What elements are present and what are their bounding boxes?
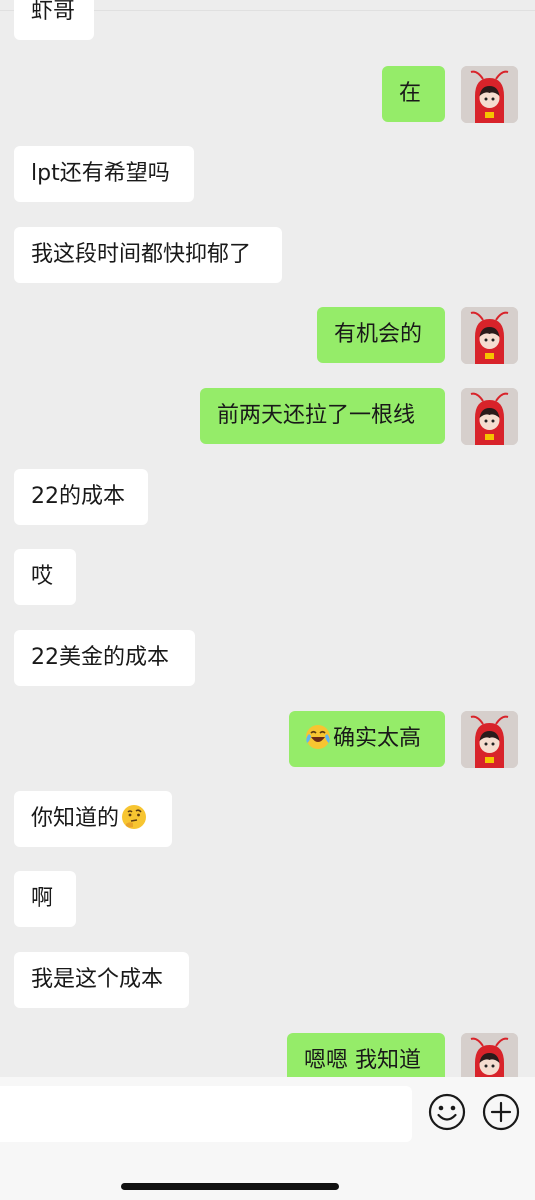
sent-bubble[interactable]: 前两天还拉了一根线 bbox=[200, 388, 445, 444]
message-text: 前两天还拉了一根线 bbox=[217, 403, 416, 428]
received-bubble[interactable]: 虾哥 bbox=[14, 0, 94, 40]
sent-bubble[interactable]: 嗯嗯 我知道 bbox=[287, 1033, 445, 1077]
message-input[interactable] bbox=[0, 1086, 412, 1142]
home-indicator[interactable] bbox=[121, 1183, 339, 1190]
received-bubble[interactable]: 22的成本 bbox=[14, 469, 148, 525]
lobster-hood-avatar-icon bbox=[461, 711, 518, 768]
received-bubble[interactable]: 啊 bbox=[14, 871, 76, 927]
message-text: 虾哥 bbox=[31, 0, 76, 24]
message-text: 你知道的 bbox=[31, 806, 120, 831]
message-text: 确实太高 bbox=[333, 726, 422, 751]
thinking-face-emoji-icon bbox=[122, 805, 147, 829]
received-bubble[interactable]: 我是这个成本 bbox=[14, 952, 189, 1008]
sent-bubble[interactable]: 有机会的 bbox=[317, 307, 445, 363]
received-bubble[interactable]: 你知道的 bbox=[14, 791, 172, 847]
chat-area[interactable]: 虾哥 在 lpt还有希望吗 我这段时间都快抑郁了 有机会的 前两天还拉了一根线 … bbox=[0, 0, 535, 1077]
received-bubble[interactable]: 哎 bbox=[14, 549, 76, 605]
message-text: 我这段时间都快抑郁了 bbox=[31, 242, 252, 267]
smiley-face-icon[interactable] bbox=[427, 1092, 467, 1132]
received-bubble[interactable]: lpt还有希望吗 bbox=[14, 146, 194, 202]
laughing-crying-emoji-icon bbox=[306, 725, 330, 749]
message-text: lpt还有希望吗 bbox=[31, 161, 170, 186]
avatar[interactable] bbox=[461, 388, 518, 445]
message-text: 哎 bbox=[31, 564, 54, 589]
message-text: 在 bbox=[399, 81, 422, 106]
message-text: 嗯嗯 我知道 bbox=[304, 1048, 421, 1073]
lobster-hood-avatar-icon bbox=[461, 388, 518, 445]
input-bar bbox=[0, 1077, 535, 1200]
received-bubble[interactable]: 我这段时间都快抑郁了 bbox=[14, 227, 282, 283]
message-text: 啊 bbox=[31, 886, 54, 911]
message-text: 有机会的 bbox=[334, 322, 423, 347]
avatar[interactable] bbox=[461, 66, 518, 123]
message-text: 22的成本 bbox=[31, 484, 125, 509]
received-bubble[interactable]: 22美金的成本 bbox=[14, 630, 195, 686]
avatar[interactable] bbox=[461, 1033, 518, 1077]
sent-bubble[interactable]: 确实太高 bbox=[289, 711, 445, 767]
lobster-hood-avatar-icon bbox=[461, 66, 518, 123]
plus-circle-icon[interactable] bbox=[481, 1092, 521, 1132]
lobster-hood-avatar-icon bbox=[461, 307, 518, 364]
avatar[interactable] bbox=[461, 711, 518, 768]
message-text: 22美金的成本 bbox=[31, 645, 169, 670]
lobster-hood-avatar-icon bbox=[461, 1033, 518, 1077]
message-text: 我是这个成本 bbox=[31, 967, 164, 992]
sent-bubble[interactable]: 在 bbox=[382, 66, 445, 122]
avatar[interactable] bbox=[461, 307, 518, 364]
